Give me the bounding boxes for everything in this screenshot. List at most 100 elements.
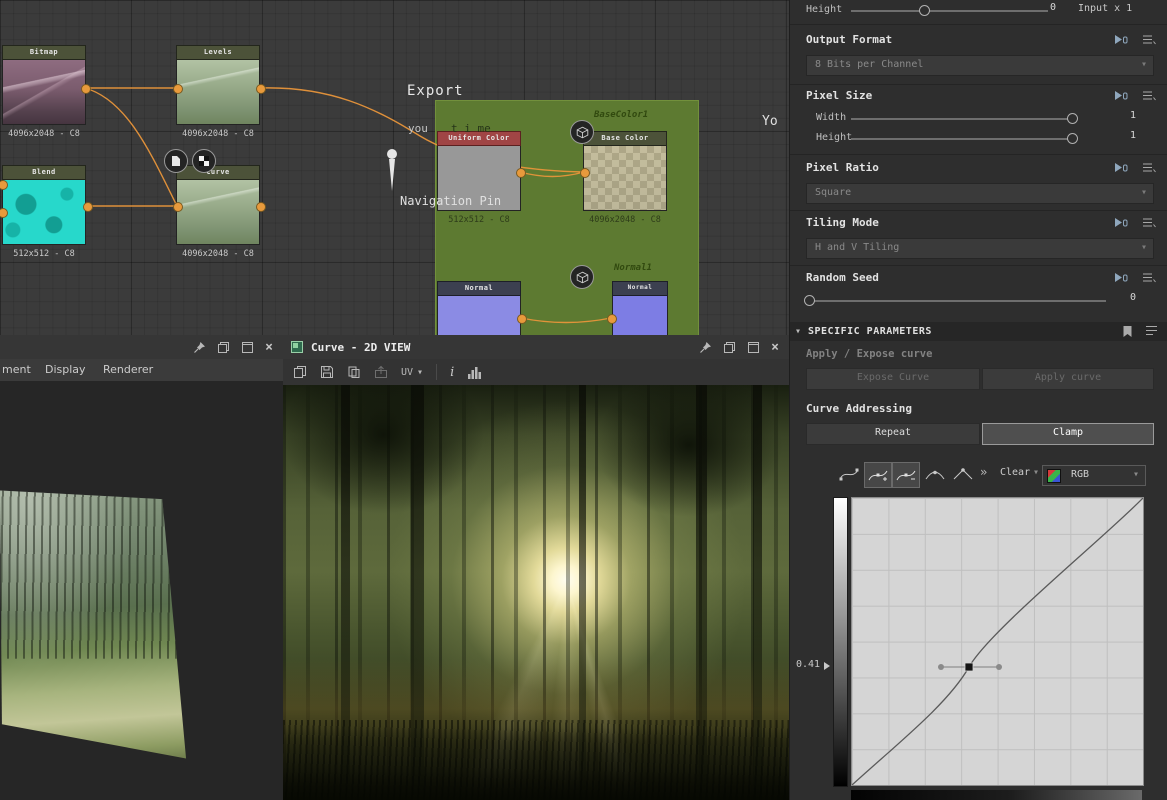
function-icon[interactable] <box>1114 162 1128 173</box>
node-curve[interactable]: Curve 4096x2048 - C8 <box>176 165 260 259</box>
curve-control-point[interactable] <box>964 662 974 672</box>
pixel-width-slider-handle[interactable] <box>1067 113 1078 124</box>
save-icon[interactable] <box>320 365 334 379</box>
connector-output-bitmap[interactable] <box>81 84 91 94</box>
2d-view-titlebar[interactable]: Curve - 2D VIEW × <box>283 335 789 360</box>
3d-material-plane[interactable] <box>0 490 187 759</box>
output-cube-badge-basecolor[interactable] <box>570 120 594 144</box>
node-normal-a[interactable]: Normal <box>437 281 521 335</box>
options-menu-icon[interactable] <box>1142 272 1156 283</box>
bookmark-icon[interactable] <box>1122 325 1133 338</box>
histogram-icon[interactable] <box>467 366 482 379</box>
node-bitmap[interactable]: Bitmap 4096x2048 - C8 <box>2 45 86 139</box>
info-icon[interactable]: i <box>450 365 454 380</box>
connector-input-curve[interactable] <box>173 202 183 212</box>
curve-tool-corner-tangent-icon[interactable] <box>950 462 976 486</box>
options-menu-icon[interactable] <box>1142 162 1156 173</box>
pixel-ratio-select[interactable]: Square ▾ <box>806 183 1154 204</box>
output-format-select[interactable]: 8 Bits per Channel ▾ <box>806 55 1154 76</box>
connector-output-normal-a[interactable] <box>517 314 527 324</box>
node-thumbnail[interactable] <box>176 180 260 245</box>
function-icon[interactable] <box>1114 272 1128 283</box>
curve-tool-remove-point-icon[interactable] <box>892 462 920 488</box>
2d-view-image[interactable] <box>283 385 789 800</box>
pattern-badge[interactable] <box>192 149 216 173</box>
3d-view-titlebar[interactable]: × <box>0 335 283 360</box>
clear-curve-button[interactable]: Clear <box>1000 467 1030 478</box>
random-seed-slider-track[interactable] <box>808 300 1106 302</box>
node-base-color[interactable]: Base Color 4096x2048 - C8 <box>583 131 667 225</box>
pixel-height-slider-handle[interactable] <box>1067 133 1078 144</box>
connector-input-levels[interactable] <box>173 84 183 94</box>
options-menu-icon[interactable] <box>1142 217 1156 228</box>
curve-tool-smooth-tangent-icon[interactable] <box>922 462 948 486</box>
pixel-width-slider-track[interactable] <box>851 118 1076 120</box>
connector-output-uniform[interactable] <box>516 168 526 178</box>
connector-input-basecolor[interactable] <box>580 168 590 178</box>
float-window-icon[interactable] <box>217 341 230 354</box>
curve-tool-edit-points-icon[interactable] <box>836 462 862 486</box>
navigation-pin-label[interactable]: Navigation Pin <box>400 194 501 208</box>
node-blend[interactable]: Blend 512x512 - C8 <box>2 165 86 259</box>
comment-text-right[interactable]: t i me <box>451 122 491 135</box>
pin-icon[interactable] <box>699 341 712 354</box>
output-cube-badge-normal[interactable] <box>570 265 594 289</box>
node-thumbnail[interactable] <box>612 296 668 335</box>
node-thumbnail[interactable] <box>437 296 521 335</box>
tangent-handle-left[interactable] <box>938 664 944 670</box>
function-icon[interactable] <box>1114 90 1128 101</box>
options-menu-icon[interactable] <box>1142 90 1156 101</box>
close-icon[interactable]: × <box>265 341 273 354</box>
function-icon[interactable] <box>1114 217 1128 228</box>
more-tools-chevrons[interactable]: » <box>980 465 987 479</box>
menu-item-display[interactable]: Display <box>45 363 86 376</box>
repeat-button[interactable]: Repeat <box>806 423 980 445</box>
node-thumbnail[interactable] <box>2 180 86 245</box>
maximize-icon[interactable] <box>241 341 254 354</box>
comment-text-far-right[interactable]: Yo <box>762 114 778 129</box>
random-seed-slider-handle[interactable] <box>804 295 815 306</box>
connector-output-blend[interactable] <box>83 202 93 212</box>
comment-text-left[interactable]: you <box>408 122 428 135</box>
node-uniform-color[interactable]: Uniform Color 512x512 - C8 <box>437 131 521 225</box>
comment-badge[interactable] <box>164 149 188 173</box>
3d-view-canvas[interactable] <box>0 381 283 800</box>
copy-image-icon[interactable] <box>347 365 361 379</box>
export-comment-label[interactable]: Export <box>407 83 464 99</box>
node-levels[interactable]: Levels 4096x2048 - C8 <box>176 45 260 139</box>
height-slider-track[interactable] <box>851 10 1048 12</box>
duplicate-view-icon[interactable] <box>293 365 307 379</box>
expose-curve-button[interactable]: Expose Curve <box>806 368 980 390</box>
node-thumbnail[interactable] <box>583 146 667 211</box>
navigation-pin-icon[interactable] <box>387 149 397 159</box>
node-graph-canvas[interactable]: Bitmap 4096x2048 - C8 Levels 4096x2048 -… <box>0 0 789 335</box>
export-image-icon[interactable] <box>374 365 388 379</box>
node-thumbnail[interactable] <box>2 60 86 125</box>
curve-editor-canvas[interactable] <box>851 497 1144 786</box>
maximize-icon[interactable] <box>747 341 760 354</box>
pin-icon[interactable] <box>193 341 206 354</box>
specific-parameters-section-header[interactable]: ▾ SPECIFIC PARAMETERS <box>790 322 1167 341</box>
menu-item-renderer[interactable]: Renderer <box>103 363 153 376</box>
wire-normal-normal[interactable] <box>520 317 612 324</box>
function-icon[interactable] <box>1114 34 1128 45</box>
channel-select[interactable]: RGB ▾ <box>1042 465 1146 486</box>
connector-output-curve[interactable] <box>256 202 266 212</box>
menu-item-environment[interactable]: ment <box>2 363 31 376</box>
wire-uniform-basecolor[interactable] <box>519 171 585 178</box>
clamp-button[interactable]: Clamp <box>982 423 1154 445</box>
connector-input-normal-b[interactable] <box>607 314 617 324</box>
uv-mode-select[interactable]: UV ▾ <box>401 367 423 378</box>
tiling-mode-select[interactable]: H and V Tiling ▾ <box>806 238 1154 259</box>
connector-output-levels[interactable] <box>256 84 266 94</box>
node-normal-b[interactable]: Normal <box>612 281 668 335</box>
node-thumbnail[interactable] <box>176 60 260 125</box>
float-window-icon[interactable] <box>723 341 736 354</box>
pixel-height-slider-track[interactable] <box>851 138 1076 140</box>
apply-curve-button[interactable]: Apply curve <box>982 368 1154 390</box>
tangent-handle-right[interactable] <box>996 664 1002 670</box>
wire-bitmap-curve[interactable] <box>84 87 178 207</box>
close-icon[interactable]: × <box>771 341 779 354</box>
height-slider-handle[interactable] <box>919 5 930 16</box>
preset-list-icon[interactable] <box>1145 325 1158 336</box>
